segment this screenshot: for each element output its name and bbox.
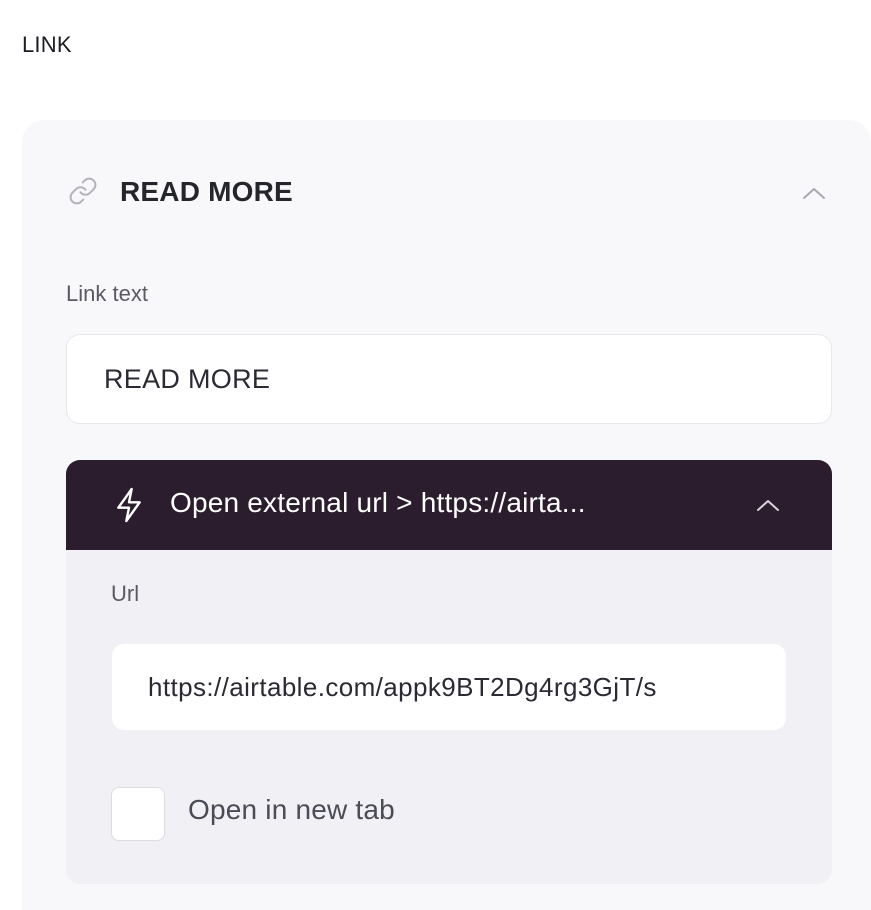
open-in-new-tab-checkbox[interactable]	[111, 787, 165, 841]
link-text-label: Link text	[66, 281, 148, 306]
chevron-up-icon[interactable]	[800, 182, 828, 204]
link-text-value: READ MORE	[104, 363, 271, 394]
action-panel: Open external url > https://airta... Url…	[66, 460, 832, 884]
url-value: https://airtable.com/appk9BT2Dg4rg3GjT/s	[148, 671, 657, 702]
section-label: LINK	[22, 32, 72, 57]
link-card-title: READ MORE	[120, 176, 293, 207]
link-icon	[68, 176, 98, 206]
action-title: Open external url > https://airta...	[170, 487, 586, 518]
link-card: READ MORE Link text READ MORE Open exter…	[22, 120, 871, 910]
url-label: Url	[111, 581, 140, 606]
link-text-input[interactable]: READ MORE	[66, 334, 832, 424]
link-card-header[interactable]: READ MORE	[22, 120, 871, 260]
url-input[interactable]: https://airtable.com/appk9BT2Dg4rg3GjT/s	[112, 644, 786, 730]
action-header[interactable]: Open external url > https://airta...	[66, 460, 832, 550]
open-in-new-tab-label[interactable]: Open in new tab	[188, 794, 395, 826]
lightning-bolt-icon	[113, 486, 145, 524]
chevron-up-icon[interactable]	[754, 494, 782, 516]
